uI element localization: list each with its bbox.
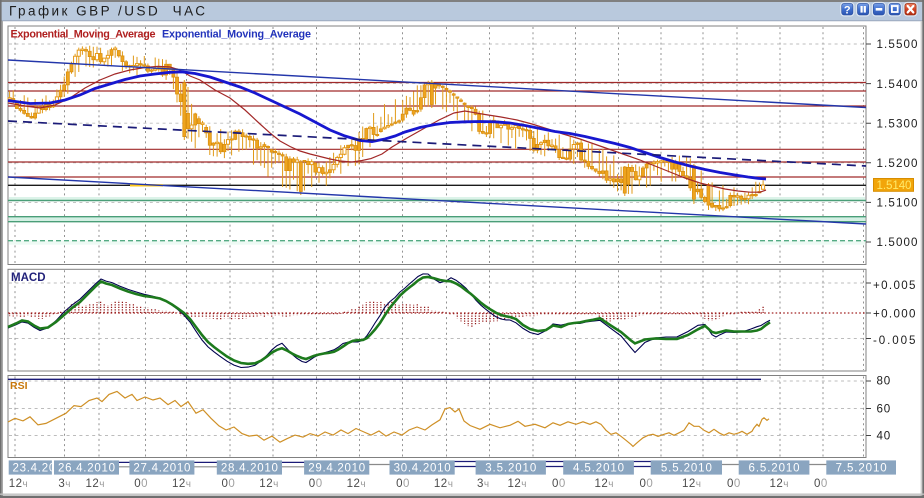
svg-text:Exponential_Moving_Average: Exponential_Moving_Average: [162, 29, 311, 41]
svg-text:-0.005: -0.005: [873, 334, 916, 347]
svg-text:3ч: 3ч: [477, 478, 490, 490]
svg-text:12ч: 12ч: [434, 478, 454, 490]
svg-text:+0.005: +0.005: [873, 279, 916, 292]
svg-text:12ч: 12ч: [259, 478, 279, 490]
svg-text:29.4.2010: 29.4.2010: [308, 463, 365, 475]
svg-text:3.5.2010: 3.5.2010: [485, 463, 536, 475]
svg-text:12ч: 12ч: [347, 478, 367, 490]
svg-text:1.5200: 1.5200: [877, 157, 918, 170]
svg-text:12ч: 12ч: [86, 478, 106, 490]
svg-text:26.4.2010: 26.4.2010: [58, 463, 115, 475]
svg-text:5.5.2010: 5.5.2010: [661, 463, 712, 475]
svg-text:1.5140: 1.5140: [877, 179, 912, 192]
svg-text:27.4.2010: 27.4.2010: [133, 463, 190, 475]
svg-text:30.4.2010: 30.4.2010: [394, 463, 451, 475]
svg-text:00: 00: [134, 478, 148, 490]
svg-text:00: 00: [222, 478, 236, 490]
svg-text:1.5000: 1.5000: [877, 236, 918, 249]
svg-text:60: 60: [877, 403, 892, 416]
svg-text:6.5.2010: 6.5.2010: [749, 463, 800, 475]
svg-text:3ч: 3ч: [58, 478, 71, 490]
svg-text:00: 00: [640, 478, 654, 490]
svg-text:4.5.2010: 4.5.2010: [573, 463, 624, 475]
svg-text:12ч: 12ч: [508, 478, 528, 490]
svg-text:00: 00: [727, 478, 741, 490]
svg-text:1.5400: 1.5400: [877, 78, 918, 91]
svg-text:12ч: 12ч: [682, 478, 702, 490]
svg-text:28.4.2010: 28.4.2010: [221, 463, 278, 475]
svg-text:MACD: MACD: [11, 272, 46, 284]
svg-text:?: ?: [844, 4, 851, 16]
svg-text:7.5.2010: 7.5.2010: [836, 463, 887, 475]
svg-text:RSI: RSI: [10, 380, 28, 392]
svg-text:1.5300: 1.5300: [877, 117, 918, 130]
svg-text:1.5500: 1.5500: [877, 38, 918, 51]
svg-text:Exponential_Moving_Average: Exponential_Moving_Average: [11, 29, 156, 41]
svg-text:00: 00: [814, 478, 828, 490]
svg-text:12ч: 12ч: [595, 478, 615, 490]
svg-text:80: 80: [877, 375, 892, 388]
svg-text:+0.000: +0.000: [873, 308, 916, 321]
svg-text:00: 00: [552, 478, 566, 490]
svg-text:00: 00: [309, 478, 323, 490]
svg-text:1.5100: 1.5100: [877, 197, 918, 210]
svg-text:График GBP /USD ЧАС: График GBP /USD ЧАС: [9, 4, 205, 19]
svg-text:00: 00: [396, 478, 410, 490]
svg-text:40: 40: [877, 430, 892, 443]
svg-text:12ч: 12ч: [9, 478, 29, 490]
svg-text:12ч: 12ч: [770, 478, 790, 490]
svg-text:12ч: 12ч: [172, 478, 192, 490]
